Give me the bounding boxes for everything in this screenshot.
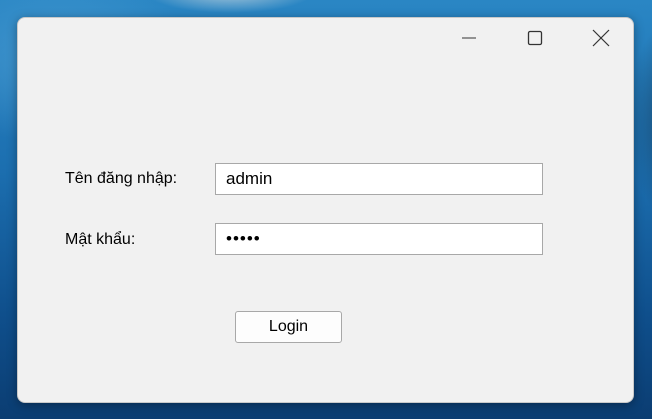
maximize-icon (527, 30, 543, 46)
close-button[interactable] (578, 18, 624, 58)
password-input[interactable] (215, 223, 543, 255)
username-label: Tên đăng nhập: (65, 170, 178, 187)
login-window: Tên đăng nhập: Mật khẩu: Login (17, 17, 634, 403)
login-button[interactable]: Login (235, 311, 342, 343)
minimize-button[interactable] (446, 18, 492, 58)
close-icon (592, 29, 610, 47)
maximize-button[interactable] (512, 18, 558, 58)
minimize-icon (462, 37, 476, 39)
password-label: Mật khẩu: (65, 231, 136, 248)
username-input[interactable] (215, 163, 543, 195)
